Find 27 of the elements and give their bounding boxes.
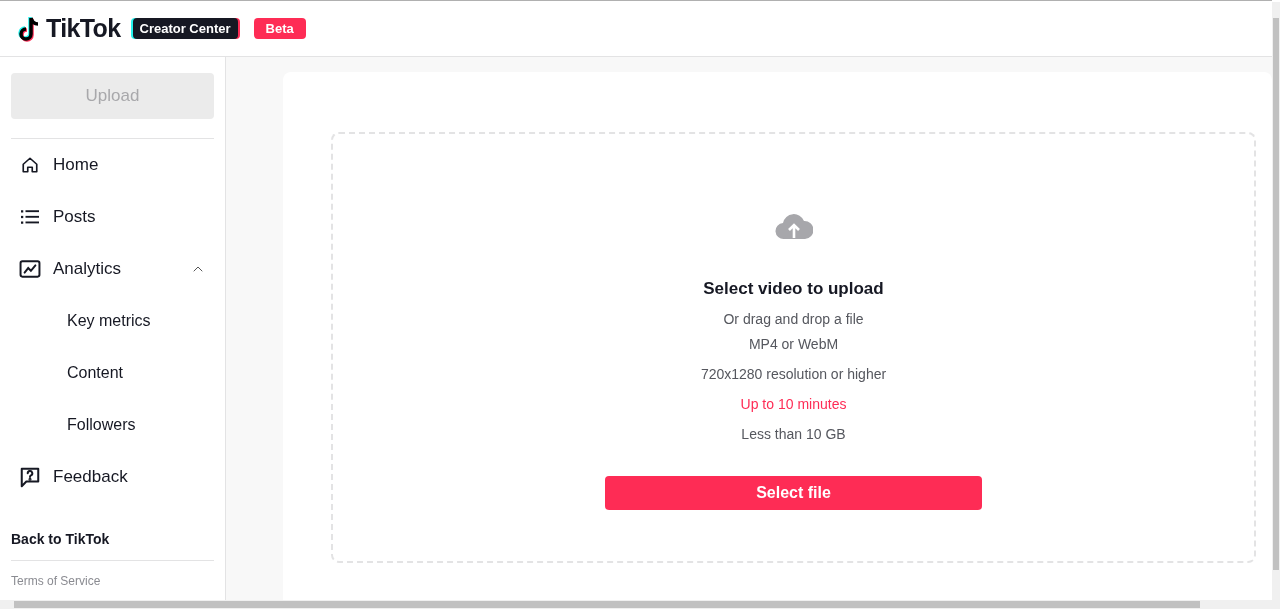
horizontal-scrollbar[interactable] (0, 600, 1280, 609)
requirement-text: Or drag and drop a file (723, 309, 864, 329)
requirement-text: 720x1280 resolution or higher (700, 364, 887, 384)
nav-item[interactable]: Analytics (11, 243, 214, 295)
select-file-button[interactable]: Select file (605, 475, 982, 510)
vertical-scrollbar[interactable] (1272, 2, 1280, 600)
home-icon (21, 156, 39, 174)
terms-link[interactable]: Terms of Service (11, 561, 101, 590)
nav-item[interactable]: Feedback (11, 451, 214, 503)
beta-badge: Beta (253, 17, 306, 40)
list-icon (21, 209, 39, 225)
cloud-upload-icon (774, 212, 813, 240)
nav-subitem[interactable]: Content (11, 347, 214, 399)
requirement-text: MP4 or WebM (748, 334, 839, 354)
requirement-text: Less than 10 GB (741, 424, 846, 444)
question-bubble-icon (19, 466, 41, 488)
nav-item[interactable]: Posts (11, 191, 214, 243)
nav-item[interactable]: Home (11, 139, 214, 191)
nav-subitem[interactable]: Key metrics (11, 295, 214, 347)
drop-zone[interactable]: Select video to upload Or drag and drop a file MP4 or WebM 720x1280 resolution or higher Up to 10 minutes Less than 10 GB Select file (331, 132, 1256, 563)
logo-text: TikTok (46, 12, 121, 44)
chart-icon (19, 260, 41, 278)
requirement-text: Up to 10 minutes (740, 394, 847, 414)
product-label: Creator Center (132, 17, 238, 40)
upload-title: Select video to upload (703, 278, 884, 300)
back-link[interactable]: Back to TikTok (11, 529, 110, 560)
nav-subitem[interactable]: Followers (11, 399, 214, 451)
